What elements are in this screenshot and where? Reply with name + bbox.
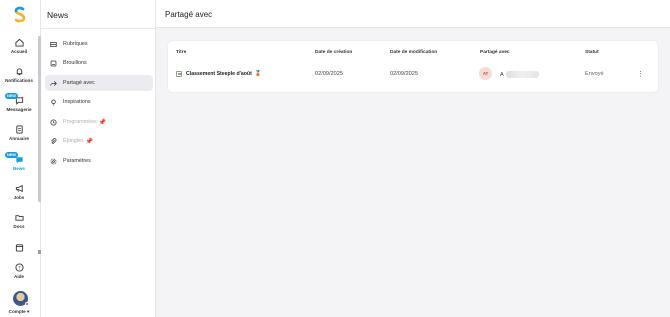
- row-menu-button[interactable]: ⋮: [637, 70, 644, 78]
- main-header: Partagé avec: [156, 0, 670, 28]
- shared-user-avatar: AT: [479, 67, 492, 80]
- folder-icon: [14, 215, 24, 221]
- rail-label: Messagerie: [6, 107, 32, 112]
- subnav-label: Épinglés: [63, 138, 84, 144]
- subnav-label: Inspirations: [63, 99, 91, 105]
- rail-item-compte[interactable]: Compte ▾: [0, 307, 38, 315]
- subnav-label: Rubriques: [63, 41, 88, 47]
- divider: [41, 28, 156, 29]
- column-header-partage-avec[interactable]: Partagé avec: [480, 50, 510, 55]
- column-header-date-creation[interactable]: Date de création: [315, 50, 352, 55]
- help-icon: ?: [14, 263, 24, 272]
- rail-label: News: [12, 166, 25, 171]
- rail-label: Compte ▾: [8, 309, 30, 314]
- subnav-item-rubriques[interactable]: Rubriques: [45, 36, 153, 52]
- rail-label: Annuaire: [9, 136, 29, 141]
- rail-item-docs[interactable]: Docs: [0, 213, 38, 229]
- status-dot: [25, 302, 29, 306]
- shared-user-name: A: [500, 72, 504, 78]
- subnav-label: Paramètres: [63, 158, 91, 164]
- clock-icon: [50, 118, 57, 126]
- rail-label: Aide: [14, 274, 24, 279]
- bell-icon: [16, 68, 22, 76]
- redacted-name: [506, 71, 539, 78]
- rail-label: Docs: [13, 224, 25, 229]
- directory-icon: [15, 125, 23, 134]
- rail-item-jobs[interactable]: Jobs: [0, 184, 38, 200]
- draft-icon: [50, 60, 57, 66]
- inbox-icon: [50, 41, 57, 47]
- subnav-title: News: [47, 10, 69, 20]
- article-title[interactable]: Classement Steeple d'août: [186, 71, 252, 77]
- paperclip-icon: [51, 137, 57, 144]
- column-header-statut[interactable]: Statut: [585, 50, 599, 55]
- share-icon: [50, 80, 57, 86]
- rail-label: Jobs: [13, 195, 25, 200]
- rail-item-aide[interactable]: ? Aide: [0, 263, 38, 279]
- subnav-item-programmees[interactable]: Programmées 📌: [45, 114, 153, 130]
- subnav-label: Programmées: [63, 119, 97, 125]
- app-rail: Accueil Notifications NEW Messagerie Ann…: [0, 0, 41, 317]
- gear-icon: [50, 158, 57, 164]
- created-date: 02/09/2025: [315, 71, 343, 77]
- subnav-item-brouillons[interactable]: Brouillons: [45, 55, 153, 71]
- status-text: Envoyé: [585, 71, 604, 77]
- new-badge: NEW: [5, 93, 18, 99]
- app-logo[interactable]: [12, 6, 28, 24]
- lightbulb-icon: [51, 99, 56, 105]
- rail-item-calendar[interactable]: [0, 243, 38, 252]
- rail-item-news[interactable]: NEW News: [0, 152, 38, 171]
- rail-item-annuaire[interactable]: Annuaire: [0, 125, 38, 141]
- rail-item-accueil[interactable]: Accueil: [0, 38, 38, 54]
- news-subnav: News Rubriques Brouillons Partagé avec I…: [41, 0, 156, 317]
- new-badge: NEW: [5, 152, 18, 158]
- pin-icon: 📌: [98, 119, 107, 126]
- column-header-titre[interactable]: Titre: [176, 50, 186, 55]
- pin-icon: 📌: [85, 138, 94, 145]
- rail-label: Notifications: [5, 78, 33, 83]
- subnav-item-partage-avec[interactable]: Partagé avec: [45, 75, 153, 91]
- rail-item-notifications[interactable]: Notifications: [0, 67, 38, 83]
- table-row-title[interactable]: Classement Steeple d'août 🥉: [176, 71, 262, 77]
- modified-date: 02/09/2025: [390, 71, 418, 77]
- calendar-icon: [15, 244, 23, 252]
- column-header-date-modification[interactable]: Date de modification: [390, 50, 437, 55]
- page-title: Partagé avec: [165, 10, 213, 19]
- home-icon: [14, 38, 24, 47]
- thumbnail-image: [176, 71, 182, 77]
- subnav-label: Brouillons: [63, 60, 87, 66]
- subnav-item-epingles[interactable]: Épinglés 📌: [45, 133, 153, 149]
- rail-item-messagerie[interactable]: NEW Messagerie: [0, 93, 38, 112]
- medal-icon: 🥉: [254, 71, 262, 77]
- shared-table: Titre Date de création Date de modificat…: [168, 41, 658, 92]
- megaphone-icon: [15, 184, 23, 193]
- subnav-item-parametres[interactable]: Paramètres: [45, 153, 153, 169]
- rail-label: Accueil: [10, 49, 28, 54]
- subnav-label: Partagé avec: [63, 80, 95, 86]
- subnav-item-inspirations[interactable]: Inspirations: [45, 94, 153, 110]
